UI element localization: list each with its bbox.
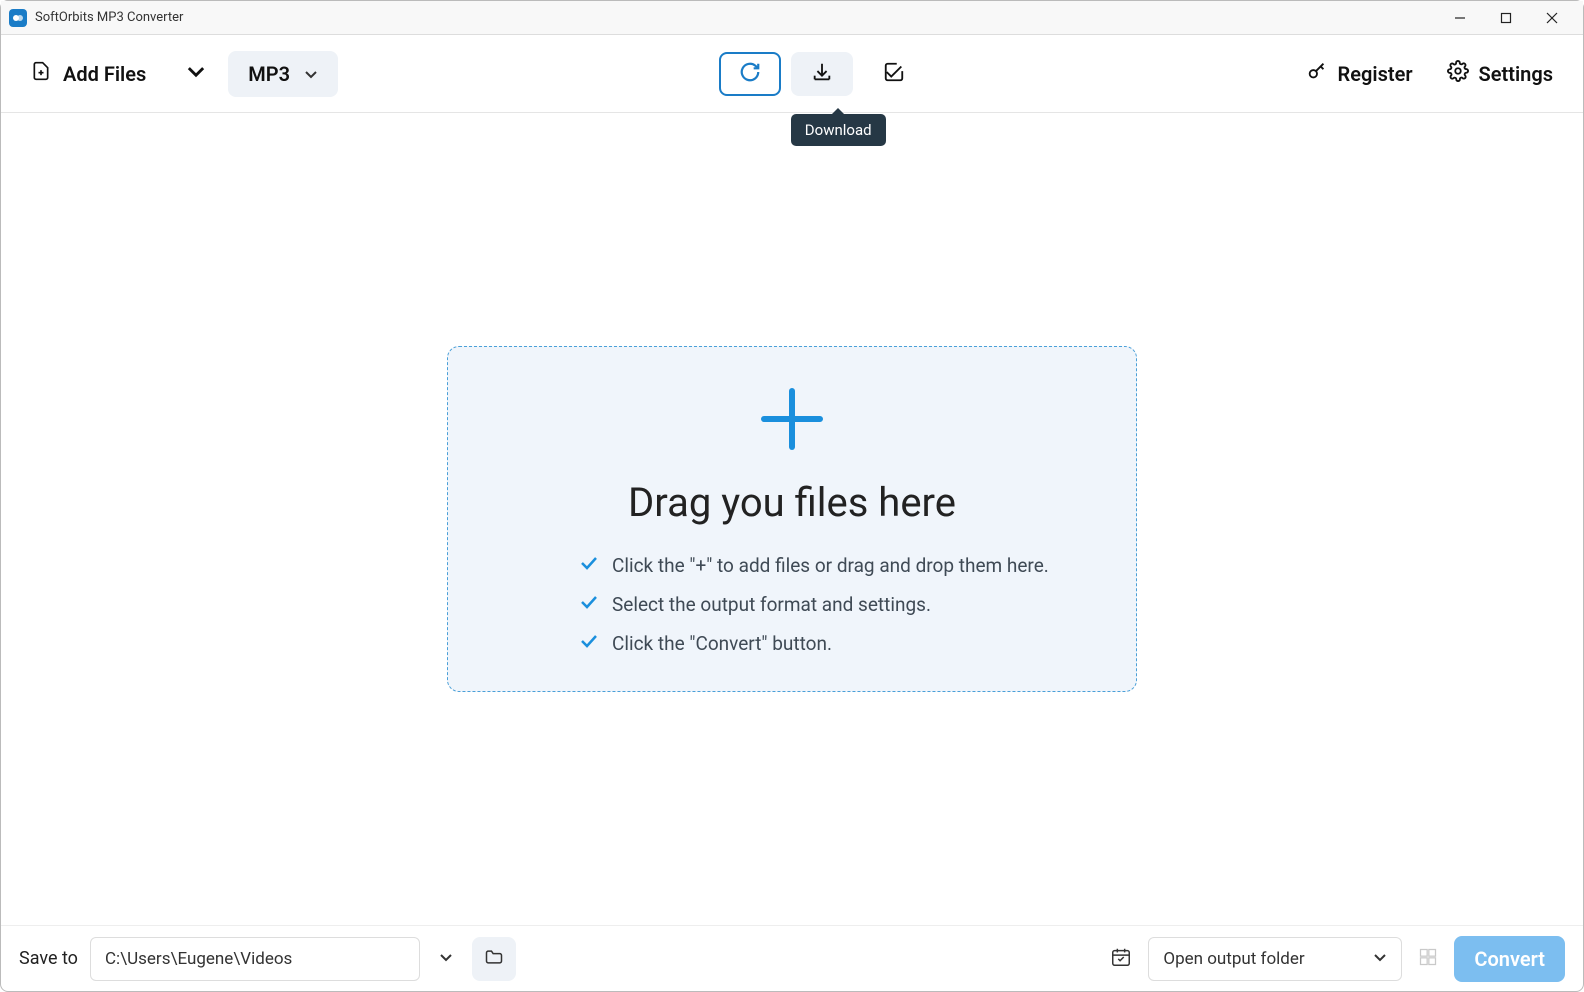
save-path-input[interactable]: C:\Users\Eugene\Videos: [90, 937, 420, 981]
register-button[interactable]: Register: [1306, 60, 1413, 87]
dropzone-title: Drag you files here: [628, 479, 956, 526]
list-item: Click the "Convert" button.: [580, 632, 1049, 655]
check-icon: [580, 593, 598, 616]
main-area: Drag you files here Click the "+" to add…: [1, 113, 1583, 925]
download-button[interactable]: [791, 52, 853, 96]
instruction-text: Select the output format and settings.: [612, 593, 931, 616]
browse-folder-button[interactable]: [472, 937, 516, 981]
check-icon: [580, 632, 598, 655]
window-controls: [1437, 3, 1575, 33]
app-title: SoftOrbits MP3 Converter: [35, 10, 1437, 25]
list-item: Click the "+" to add files or drag and d…: [580, 554, 1049, 577]
schedule-button[interactable]: [1106, 946, 1136, 972]
gear-icon: [1447, 60, 1469, 87]
download-icon: [811, 61, 833, 87]
chevron-down-icon: [186, 61, 206, 86]
instruction-text: Click the "+" to add files or drag and d…: [612, 554, 1049, 577]
list-item: Select the output format and settings.: [580, 593, 1049, 616]
format-label: MP3: [248, 62, 290, 86]
maximize-button[interactable]: [1483, 3, 1529, 33]
app-icon: [9, 9, 27, 27]
settings-button[interactable]: Settings: [1447, 60, 1553, 87]
grid-view-toggle[interactable]: [1414, 947, 1442, 971]
chevron-down-icon: [304, 62, 318, 86]
toolbar: Add Files MP3 Download: [1, 35, 1583, 113]
convert-button[interactable]: Convert: [1454, 936, 1565, 982]
select-all-button[interactable]: [863, 52, 925, 96]
key-icon: [1306, 60, 1328, 87]
refresh-button[interactable]: [719, 52, 781, 96]
dropzone-instructions: Click the "+" to add files or drag and d…: [580, 554, 1049, 655]
save-path-value: C:\Users\Eugene\Videos: [105, 949, 292, 969]
chevron-down-icon: [439, 949, 453, 968]
add-files-label: Add Files: [63, 62, 146, 86]
add-file-icon: [31, 61, 51, 86]
footer: Save to C:\Users\Eugene\Videos Open outp…: [1, 925, 1583, 991]
close-button[interactable]: [1529, 3, 1575, 33]
minimize-button[interactable]: [1437, 3, 1483, 33]
open-output-select[interactable]: Open output folder: [1148, 937, 1402, 981]
add-files-button[interactable]: Add Files: [31, 61, 206, 86]
save-to-label: Save to: [19, 948, 78, 969]
folder-icon: [484, 947, 504, 971]
check-icon: [580, 554, 598, 577]
chevron-down-icon: [1373, 949, 1387, 969]
refresh-icon: [739, 61, 761, 87]
instruction-text: Click the "Convert" button.: [612, 632, 832, 655]
download-tooltip: Download: [791, 114, 886, 146]
format-select-button[interactable]: MP3: [228, 51, 338, 97]
plus-icon: [756, 383, 828, 459]
checkbox-icon: [883, 61, 905, 87]
open-output-label: Open output folder: [1163, 949, 1304, 969]
titlebar: SoftOrbits MP3 Converter: [1, 1, 1583, 35]
settings-label: Settings: [1479, 62, 1553, 86]
save-path-dropdown[interactable]: [432, 937, 460, 981]
calendar-icon: [1110, 946, 1132, 972]
register-label: Register: [1338, 62, 1413, 86]
file-dropzone[interactable]: Drag you files here Click the "+" to add…: [447, 346, 1137, 692]
grid-icon: [1418, 947, 1438, 971]
